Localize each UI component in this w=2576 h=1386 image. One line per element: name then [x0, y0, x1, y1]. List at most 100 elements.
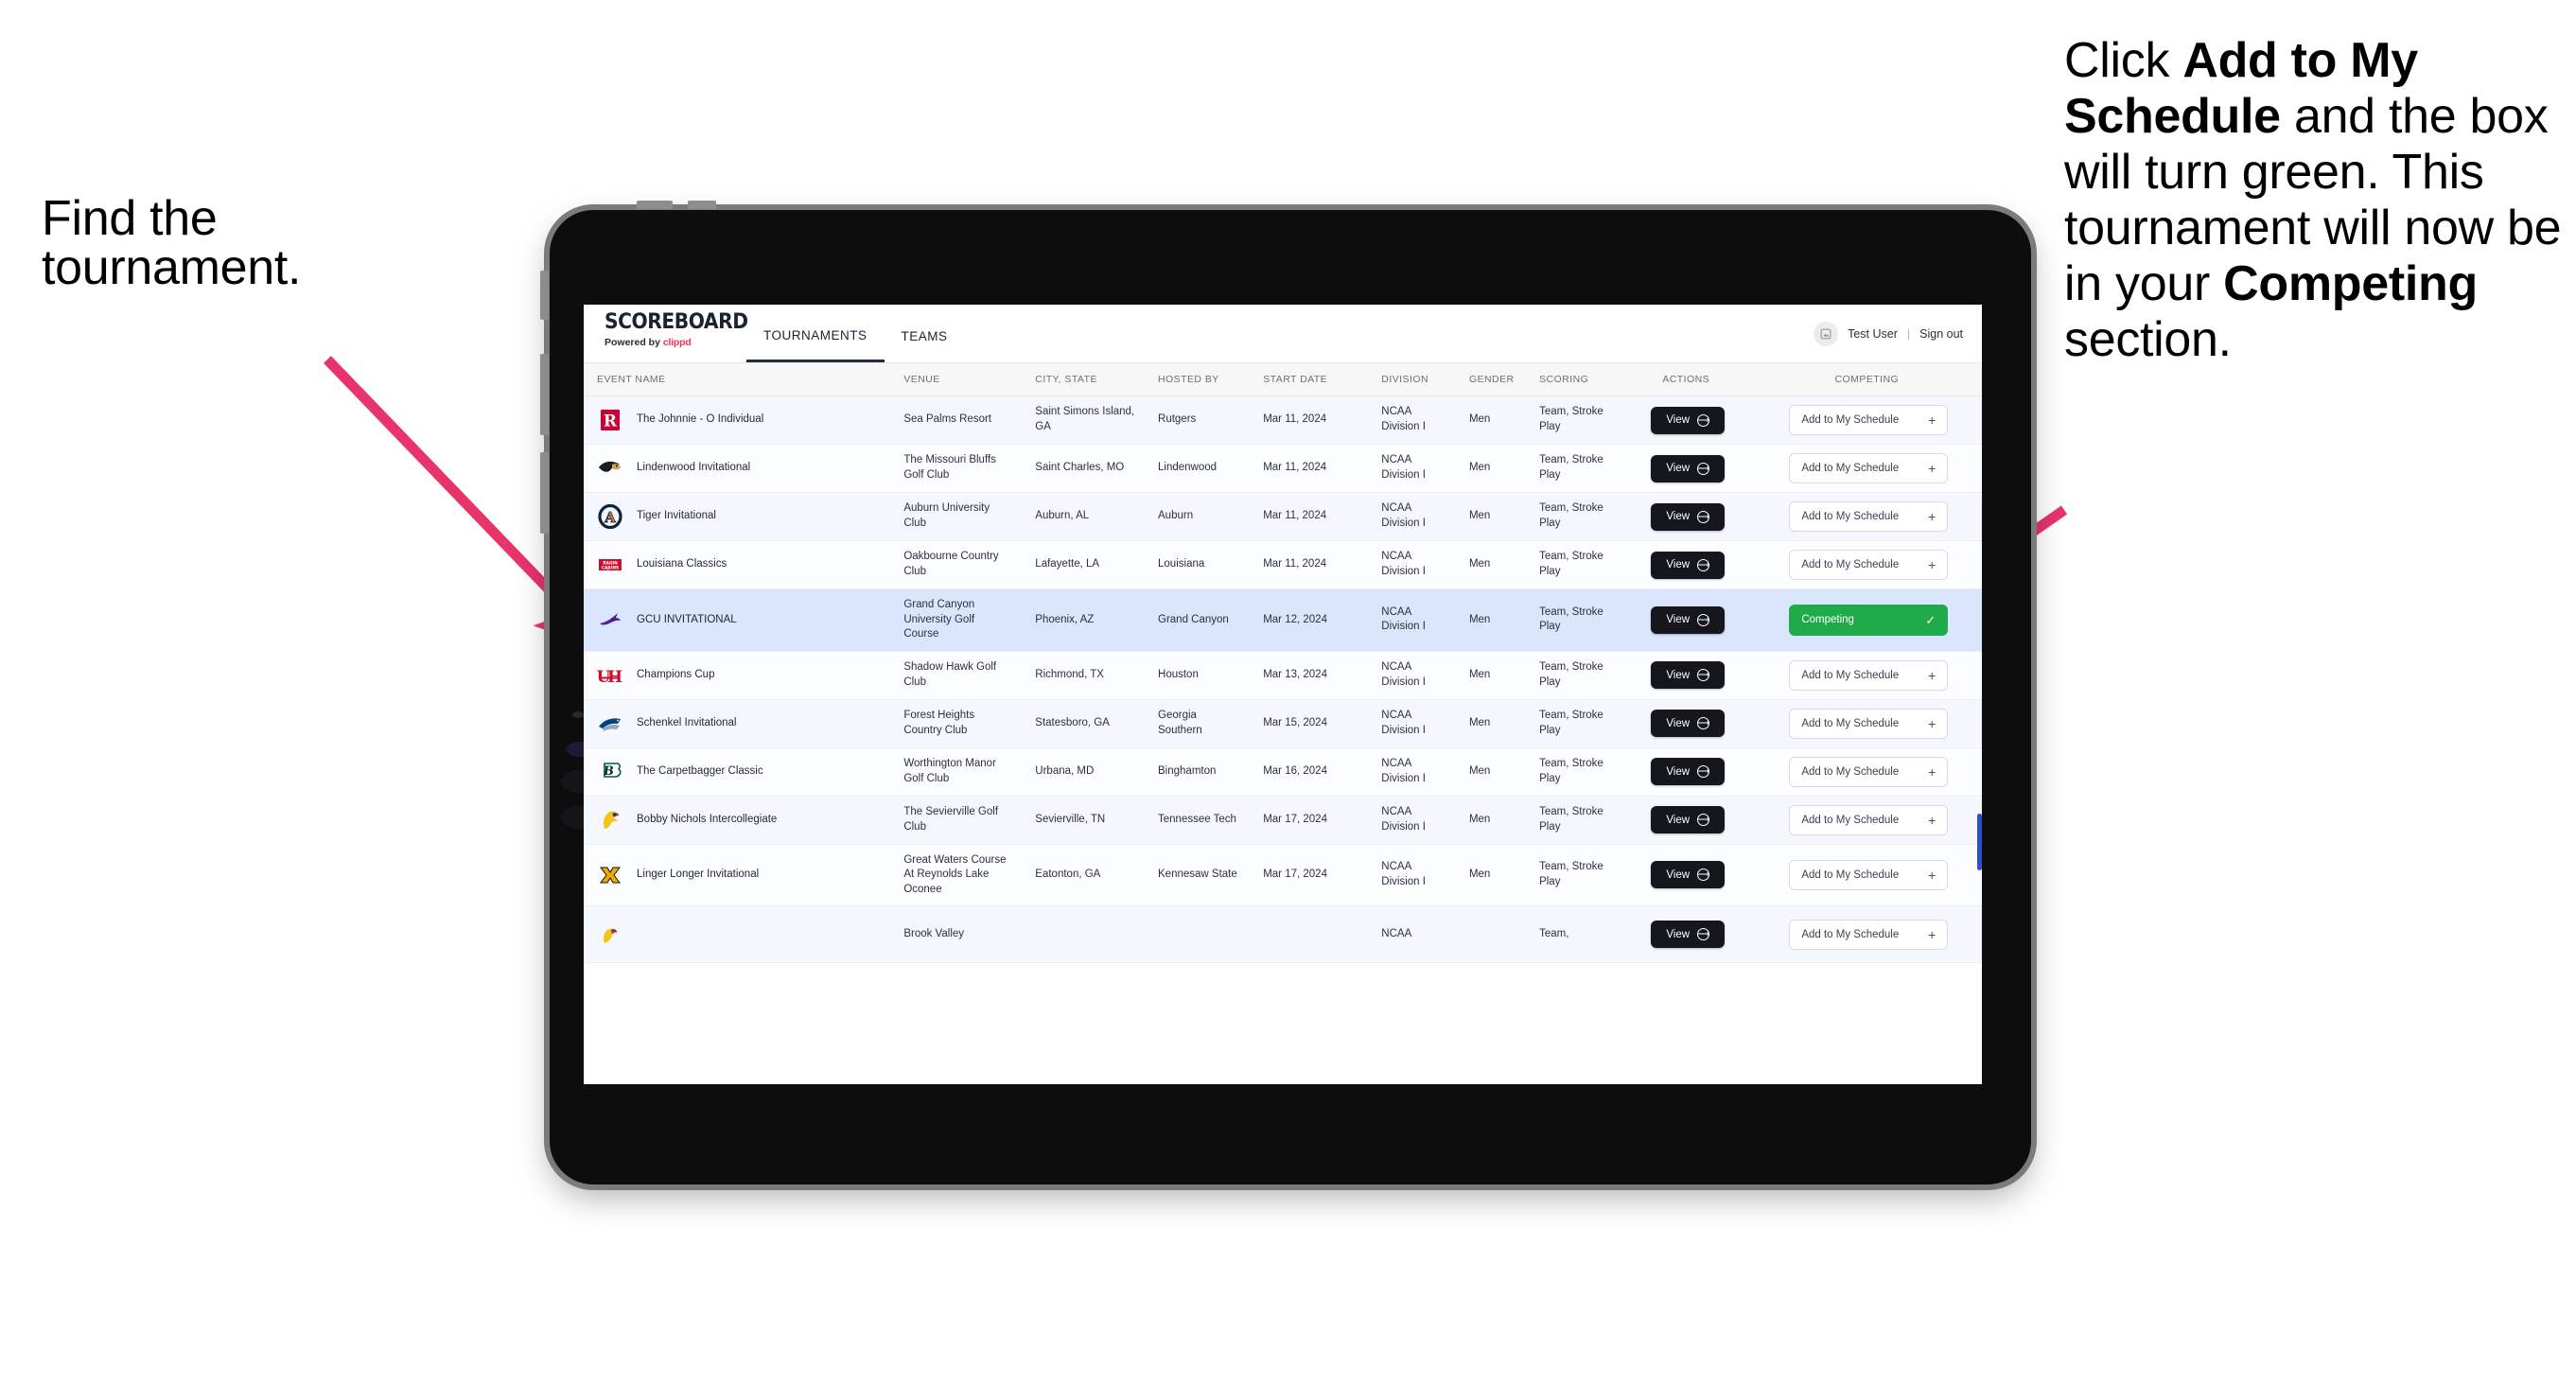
tournaments-table-scroll-area[interactable]: EVENT NAME VENUE CITY, STATE HOSTED BY S… — [584, 363, 1982, 1084]
cell-start-date: Mar 17, 2024 — [1250, 796, 1369, 845]
view-button[interactable]: View ⟶ — [1651, 605, 1726, 634]
cell-venue: Sea Palms Resort — [890, 395, 1023, 445]
tab-tournaments[interactable]: TOURNAMENTS — [746, 310, 885, 362]
col-actions[interactable]: ACTIONS — [1620, 363, 1752, 396]
annotation-text: Click — [2064, 33, 2183, 88]
cell-division: NCAA Division I — [1368, 588, 1456, 652]
cell-scoring: Team, Stroke Play — [1526, 651, 1621, 700]
view-button[interactable]: View ⟶ — [1651, 502, 1726, 531]
col-event-name[interactable]: EVENT NAME — [584, 363, 891, 396]
top-button-1[interactable] — [637, 201, 673, 209]
cell-event-name: Lindenwood Invitational — [584, 444, 891, 493]
col-division[interactable]: DIVISION — [1368, 363, 1456, 396]
cell-scoring: Team, Stroke Play — [1526, 796, 1621, 845]
brand-logo[interactable]: SCOREBOARD Powered by clippd — [584, 305, 748, 362]
add-to-my-schedule-button[interactable]: Add to My Schedule + — [1789, 405, 1949, 435]
col-hosted-by[interactable]: HOSTED BY — [1145, 363, 1251, 396]
col-venue[interactable]: VENUE — [890, 363, 1023, 396]
competing-button[interactable]: Competing ✓ — [1789, 604, 1949, 636]
add-to-my-schedule-button[interactable]: Add to My Schedule + — [1789, 804, 1949, 835]
table-row[interactable]: U H Champions Cup Shadow Hawk Golf Club Rich… — [584, 651, 1982, 700]
add-to-my-schedule-button[interactable]: Add to My Schedule + — [1789, 859, 1949, 890]
view-button[interactable]: View ⟶ — [1651, 406, 1726, 434]
tablet-device-frame: SCOREBOARD Powered by clippd TOURNAMENTS… — [540, 201, 2031, 1184]
add-to-my-schedule-button[interactable]: Add to My Schedule + — [1789, 659, 1949, 691]
cell-venue: Great Waters Course At Reynolds Lake Oco… — [890, 844, 1023, 907]
view-button[interactable]: View ⟶ — [1651, 758, 1726, 786]
add-to-my-schedule-button[interactable]: Add to My Schedule + — [1789, 919, 1949, 950]
cell-scoring: Team, — [1526, 905, 1621, 964]
power-button[interactable] — [540, 271, 549, 320]
header-separator: | — [1906, 326, 1911, 341]
col-gender[interactable]: GENDER — [1455, 363, 1527, 396]
view-button-label: View — [1666, 717, 1691, 729]
svg-text:R: R — [604, 412, 618, 431]
cell-actions: View ⟶ — [1620, 444, 1752, 493]
col-city-state[interactable]: CITY, STATE — [1022, 363, 1146, 396]
team-logo-kennesaw-icon — [597, 863, 623, 887]
cell-actions: View ⟶ — [1620, 699, 1752, 748]
volume-up-button[interactable] — [540, 354, 549, 435]
cell-scoring: Team, Stroke Play — [1526, 844, 1621, 907]
add-to-my-schedule-label: Add to My Schedule — [1801, 559, 1900, 570]
view-button[interactable]: View ⟶ — [1651, 661, 1726, 690]
view-button[interactable]: View ⟶ — [1651, 921, 1726, 949]
table-row[interactable]: R The Johnnie - O Individual Sea Palms Res… — [584, 395, 1982, 445]
user-name-label[interactable]: Test User — [1848, 327, 1898, 341]
user-avatar-icon[interactable] — [1814, 321, 1839, 346]
view-button[interactable]: View ⟶ — [1651, 551, 1726, 579]
cell-start-date: Mar 12, 2024 — [1250, 588, 1369, 652]
view-button[interactable]: View ⟶ — [1651, 710, 1726, 738]
view-button[interactable]: View ⟶ — [1651, 454, 1726, 482]
cell-gender: Men — [1455, 651, 1527, 700]
add-to-my-schedule-button[interactable]: Add to My Schedule + — [1789, 453, 1949, 483]
table-row[interactable]: RAGIN CAJUNS Louisiana Classics Oakbourne C… — [584, 540, 1982, 589]
table-row[interactable]: Brook Valley NCAA Team, View ⟶ Add to My Sche… — [584, 905, 1982, 964]
vertical-scrollbar[interactable] — [1977, 814, 1982, 870]
team-logo-partial-icon — [597, 922, 623, 947]
team-logo-tntech-icon — [597, 808, 623, 833]
cell-start-date: Mar 11, 2024 — [1250, 444, 1369, 493]
cell-city-state — [1022, 905, 1146, 964]
add-to-my-schedule-button[interactable]: Add to My Schedule + — [1789, 501, 1949, 532]
top-button-2[interactable] — [688, 201, 716, 209]
tab-teams[interactable]: TEAMS — [885, 310, 965, 362]
add-to-my-schedule-button[interactable]: Add to My Schedule + — [1789, 756, 1949, 787]
cell-division: NCAA Division I — [1368, 540, 1456, 589]
col-start-date[interactable]: START DATE — [1250, 363, 1369, 396]
cell-start-date: Mar 11, 2024 — [1250, 395, 1369, 445]
cell-division: NCAA Division I — [1368, 492, 1456, 541]
volume-down-button[interactable] — [540, 452, 549, 534]
cell-gender: Men — [1455, 747, 1527, 797]
sign-out-link[interactable]: Sign out — [1919, 327, 1963, 341]
event-name-label: Linger Longer Invitational — [637, 868, 760, 881]
table-row[interactable]: Linger Longer Invitational Great Waters C… — [584, 844, 1982, 907]
add-to-my-schedule-button[interactable]: Add to My Schedule + — [1789, 708, 1949, 739]
cell-city-state: Richmond, TX — [1022, 651, 1146, 700]
table-row[interactable]: Bobby Nichols Intercollegiate The Sevierv… — [584, 796, 1982, 845]
cell-gender: Men — [1455, 492, 1527, 541]
arrow-right-circle-icon: ⟶ — [1697, 814, 1710, 827]
team-logo-lindenwood-icon — [597, 456, 623, 481]
table-row[interactable]: A A Tiger Invitational Auburn University Cl… — [584, 492, 1982, 541]
table-row[interactable]: B The Carpetbagger Classic Worthington Man… — [584, 747, 1982, 797]
table-row[interactable]: Schenkel Invitational Forest Heights Coun… — [584, 699, 1982, 748]
view-button[interactable]: View ⟶ — [1651, 806, 1726, 834]
team-logo-louisiana-icon: RAGIN CAJUNS — [597, 553, 623, 577]
table-row[interactable]: GCU INVITATIONAL Grand Canyon University … — [584, 588, 1982, 652]
col-scoring[interactable]: SCORING — [1526, 363, 1621, 396]
cell-start-date: Mar 13, 2024 — [1250, 651, 1369, 700]
col-competing[interactable]: COMPETING — [1751, 363, 1982, 396]
table-body: R The Johnnie - O Individual Sea Palms Res… — [584, 395, 1982, 964]
table-row[interactable]: Lindenwood Invitational The Missouri Bluf… — [584, 444, 1982, 493]
cell-gender: Men — [1455, 588, 1527, 652]
cell-hosted-by: Houston — [1145, 651, 1251, 700]
cell-event-name: U H Champions Cup — [584, 651, 891, 700]
cell-division: NCAA Division I — [1368, 747, 1456, 797]
view-button[interactable]: View ⟶ — [1651, 861, 1726, 889]
cell-gender: Men — [1455, 395, 1527, 445]
event-name-label: Schenkel Invitational — [637, 716, 737, 728]
annotation-text: section. — [2064, 312, 2232, 368]
cell-division: NCAA Division I — [1368, 651, 1456, 700]
add-to-my-schedule-button[interactable]: Add to My Schedule + — [1789, 550, 1949, 580]
